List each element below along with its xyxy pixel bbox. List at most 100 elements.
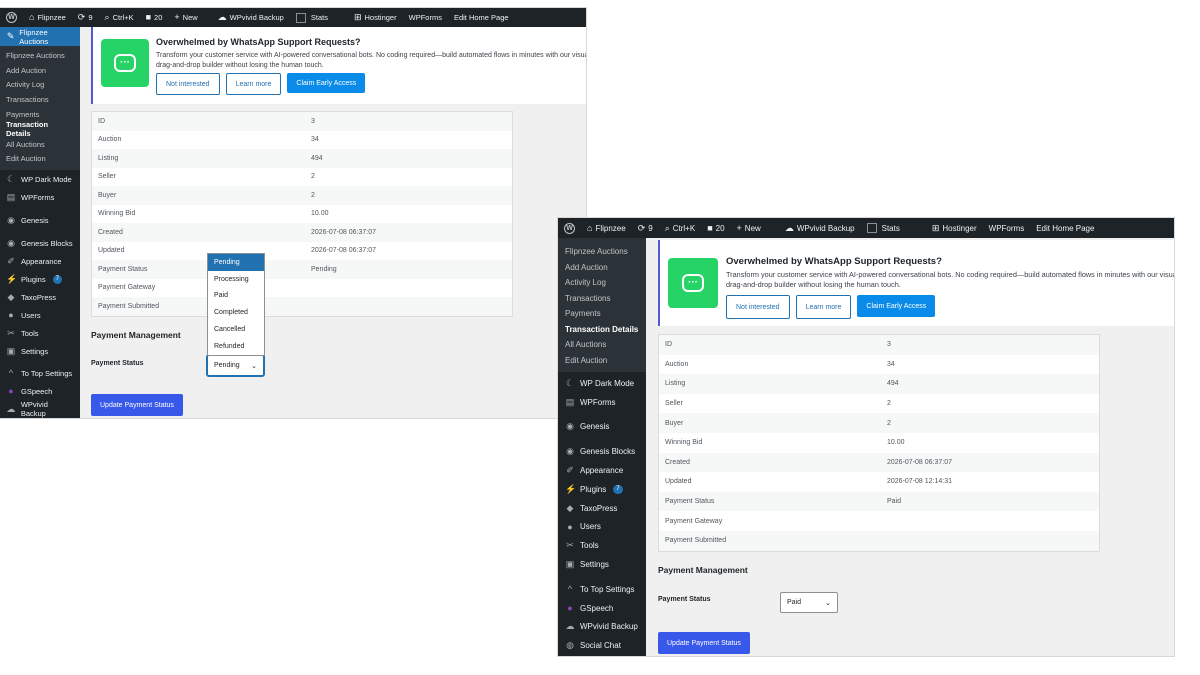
sidebar-item-users[interactable]: ● Users [0,306,80,324]
speech-icon: ● [567,603,573,614]
submenu-item[interactable]: Activity Log [0,78,80,93]
sidebar-item-plugins[interactable]: ⚡ Plugins 7 [0,270,80,288]
new-content-link[interactable]: + New [731,218,767,238]
sidebar-item-taxopress[interactable]: ◆ TaxoPress [558,499,646,518]
wrench-icon: ✂ [566,540,574,551]
backup-link[interactable]: ☁ WPvivid Backup [767,218,861,238]
payment-status-select[interactable]: Pending ⌄ [207,355,264,376]
dropdown-option-cancelled[interactable]: Cancelled [208,321,264,338]
submenu-item[interactable]: All Auctions [0,137,80,152]
admin-sidebar: Flipnzee Auctions Add Auction Activity L… [558,238,646,656]
brush-icon: ✐ [566,465,574,476]
stats-link[interactable]: Stats [861,218,906,238]
notice-description: Transform your customer service with AI-… [156,52,586,69]
wpforms-link[interactable]: WPForms [403,8,448,27]
sidebar-item-social-chat[interactable]: ◍ Social Chat [558,636,646,655]
submenu-item-active[interactable]: Transaction Details [558,322,646,338]
notice-actions: Not interested Learn more Claim Early Ac… [156,73,366,95]
table-row: Payment Gateway [98,284,156,292]
settings-icon: ▣ [6,345,16,356]
submenu-item-active[interactable]: Transaction Details [0,120,80,138]
submenu-item[interactable]: Activity Log [558,275,646,291]
sidebar-item-settings[interactable]: ▣ Settings [558,555,646,574]
admin-bar: W ⌂ Flipnzee ⟳ 9 ⌕ Ctrl+K ■ 20 + New ☁ WPvivid… [0,8,586,27]
sidebar-item-wp-dark-mode[interactable]: ☾ WP Dark Mode [558,374,646,393]
refresh-icon: ⟳ [77,12,86,22]
plus-icon: + [174,12,180,22]
form-icon: ▤ [6,191,16,202]
notice-actions: Not interested Learn more Claim Early Ac… [726,295,936,319]
backup-link[interactable]: ☁ WPvivid Backup [204,8,290,27]
sidebar-item-settings[interactable]: ▣ Settings [0,342,80,360]
dropdown-option-pending[interactable]: Pending [208,254,264,271]
comments-link[interactable]: ■ 20 [701,218,730,238]
chevron-down-icon: ⌄ [825,599,831,607]
claim-early-access-button[interactable]: Claim Early Access [287,73,366,93]
sidebar-item-tools[interactable]: ✂ Tools [558,536,646,555]
submenu-item[interactable]: Add Auction [0,63,80,78]
sidebar-item-wpvivid-backup[interactable]: ☁ WPvivid Backup [558,618,646,637]
dropdown-option-paid[interactable]: Paid [208,288,264,305]
hostinger-link[interactable]: ⊞ Hostinger [334,8,403,27]
sidebar-item-to-top-settings[interactable]: ^ To Top Settings [558,580,646,599]
stats-link[interactable]: Stats [290,8,334,27]
sidebar-item-gspeech[interactable]: ● GSpeech [558,599,646,618]
submenu-item[interactable]: Edit Auction [0,152,80,167]
sidebar-item-to-top-settings[interactable]: ^ To Top Settings [0,364,80,382]
new-content-link[interactable]: + New [168,8,203,27]
payment-status-select[interactable]: Paid ⌄ [780,592,838,613]
sidebar-item-gspeech[interactable]: ● GSpeech [0,382,80,400]
updates-link[interactable]: ⟳ 9 [72,8,99,27]
sidebar-item-tools[interactable]: ✂ Tools [0,324,80,342]
site-name-link[interactable]: ⌂ Flipnzee [581,218,632,238]
sidebar-item-users[interactable]: ● Users [558,518,646,537]
site-name-link[interactable]: ⌂ Flipnzee [23,8,72,27]
edit-home-link[interactable]: Edit Home Page [448,8,515,27]
update-payment-status-button[interactable]: Update Payment Status [658,632,750,654]
sidebar-item-appearance[interactable]: ✐ Appearance [558,461,646,480]
sidebar-item-appearance[interactable]: ✐ Appearance [0,252,80,270]
genesis-blocks-icon: ◉ [566,446,574,457]
submenu-item[interactable]: Payments [558,306,646,322]
update-payment-status-button[interactable]: Update Payment Status [91,394,183,416]
sidebar-item-genesis-blocks[interactable]: ◉ Genesis Blocks [558,442,646,461]
learn-more-button[interactable]: Learn more [795,295,852,319]
sidebar-item-genesis[interactable]: ◉ Genesis [0,211,80,229]
sidebar-item-genesis-blocks[interactable]: ◉ Genesis Blocks [0,234,80,252]
payment-status-label: Payment Status [91,360,144,367]
sidebar-item-plugins[interactable]: ⚡ Plugins 7 [558,480,646,499]
transaction-details-table: ID 3 Auction 34 Listing 494 Seller 2 Buyer 2 … [91,111,513,317]
wpforms-link[interactable]: WPForms [983,218,1031,238]
sidebar-item-wpvivid-backup[interactable]: ☁ WPvivid Backup [0,400,80,418]
wp-logo-menu[interactable]: W [0,8,23,27]
claim-early-access-button[interactable]: Claim Early Access [857,295,936,317]
submenu-item[interactable]: Flipnzee Auctions [558,244,646,260]
sidebar-item-wpforms[interactable]: ▤ WPForms [558,393,646,412]
edit-home-link[interactable]: Edit Home Page [1030,218,1100,238]
payment-management-title: Payment Management [658,565,748,575]
wp-logo-menu[interactable]: W [558,218,581,238]
comments-link[interactable]: ■ 20 [140,8,169,27]
submenu-item[interactable]: Add Auction [558,260,646,276]
dropdown-option-refunded[interactable]: Refunded [208,338,264,355]
sidebar-item-flipnzee-auctions[interactable]: ✎ Flipnzee Auctions [0,27,80,46]
search-link[interactable]: ⌕ Ctrl+K [659,218,702,238]
submenu-item[interactable]: All Auctions [558,337,646,353]
not-interested-button[interactable]: Not interested [156,73,220,95]
submenu-item[interactable]: Transactions [0,92,80,107]
speech-icon: ● [8,386,14,397]
dropdown-option-processing[interactable]: Processing [208,271,264,288]
sidebar-item-wp-dark-mode[interactable]: ☾ WP Dark Mode [0,170,80,188]
submenu-item[interactable]: Flipnzee Auctions [0,48,80,63]
dropdown-option-completed[interactable]: Completed [208,304,264,321]
not-interested-button[interactable]: Not interested [726,295,790,319]
sidebar-item-wpforms[interactable]: ▤ WPForms [0,188,80,206]
sidebar-item-genesis[interactable]: ◉ Genesis [558,418,646,437]
hostinger-link[interactable]: ⊞ Hostinger [906,218,983,238]
updates-link[interactable]: ⟳ 9 [632,218,659,238]
sidebar-item-taxopress[interactable]: ◆ TaxoPress [0,288,80,306]
search-link[interactable]: ⌕ Ctrl+K [99,8,140,27]
submenu-item[interactable]: Transactions [558,291,646,307]
learn-more-button[interactable]: Learn more [225,73,282,95]
submenu-item[interactable]: Edit Auction [558,353,646,369]
